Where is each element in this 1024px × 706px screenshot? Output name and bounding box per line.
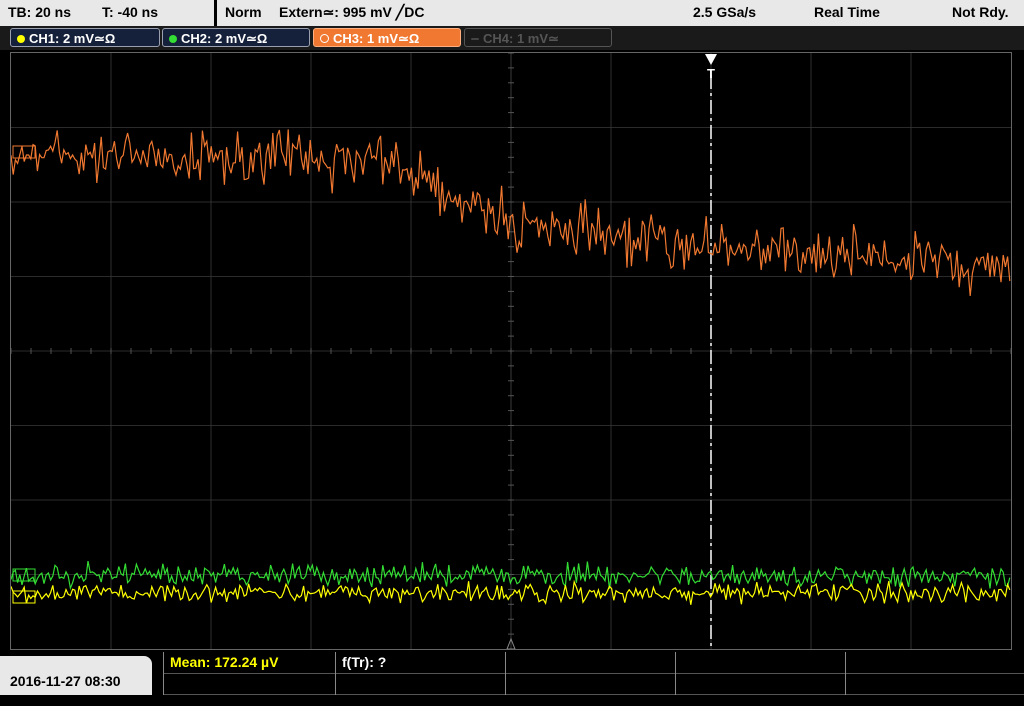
waveform-display[interactable]: T xyxy=(10,52,1012,650)
channel-2-label: CH2: 2 mV≃Ω xyxy=(181,31,268,46)
channel-1-color-icon xyxy=(17,34,25,43)
measurement-cell-2[interactable]: f(Tr): ? xyxy=(335,652,506,695)
channel-4-label: CH4: 1 mV≃ xyxy=(483,31,559,46)
channel-bar: CH1: 2 mV≃Ω CH2: 2 mV≃Ω CH3: 1 mV≃Ω CH4:… xyxy=(0,26,1024,50)
trigger-mode: Norm xyxy=(225,4,262,20)
measurement-cell-1[interactable]: Mean: 172.24 µV xyxy=(163,652,336,695)
sample-rate: 2.5 GSa/s xyxy=(693,4,757,20)
trigger-source: Extern≃: 995 mV ╱DC xyxy=(279,4,425,20)
timebase-readout: TB: 20 ns xyxy=(8,4,72,20)
waveform-canvas: T xyxy=(11,53,1011,649)
acquisition-state: Not Rdy. xyxy=(952,4,1009,20)
channel-1-waveform xyxy=(11,579,1011,605)
channel-3-color-icon xyxy=(320,34,329,44)
graticule xyxy=(11,53,1011,649)
channel-1-label: CH1: 2 mV≃Ω xyxy=(29,31,116,46)
acquisition-mode: Real Time xyxy=(814,4,880,20)
svg-text:T: T xyxy=(707,66,715,81)
channel-3-waveform xyxy=(11,129,1011,297)
rise-time-frequency-measurement: f(Tr): ? xyxy=(342,654,387,670)
mean-measurement: Mean: 172.24 µV xyxy=(170,654,279,670)
status-bar: TB: 20 ns T: -40 ns Norm Extern≃: 995 mV… xyxy=(0,0,1024,26)
channel-1-tab[interactable]: CH1: 2 mV≃Ω xyxy=(10,28,160,47)
measurement-cell-5[interactable] xyxy=(845,652,1024,695)
acquisition-panel[interactable]: Norm Extern≃: 995 mV ╱DC 2.5 GSa/s Real … xyxy=(217,0,1024,26)
measurement-cell-3[interactable] xyxy=(505,652,676,695)
channel-3-label: CH3: 1 mV≃Ω xyxy=(333,31,420,46)
channel-3-tab[interactable]: CH3: 1 mV≃Ω xyxy=(313,28,461,47)
datetime-display: 2016-11-27 08:30 xyxy=(0,656,152,695)
channel-2-tab[interactable]: CH2: 2 mV≃Ω xyxy=(162,28,310,47)
trigger-offset-readout: T: -40 ns xyxy=(102,4,159,20)
channel-4-off-icon xyxy=(471,37,479,40)
timebase-panel[interactable]: TB: 20 ns T: -40 ns xyxy=(0,0,214,26)
measurement-cell-4[interactable] xyxy=(675,652,846,695)
channel-2-color-icon xyxy=(169,34,177,43)
trigger-position-icon[interactable]: T xyxy=(705,54,717,81)
channel-4-tab[interactable]: CH4: 1 mV≃ xyxy=(464,28,612,47)
